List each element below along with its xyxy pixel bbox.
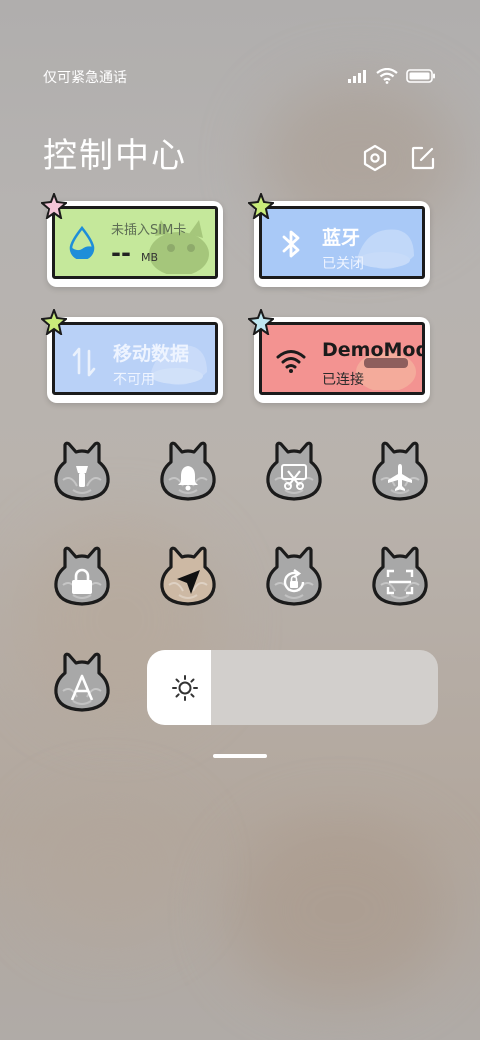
- battery-icon: [406, 69, 435, 83]
- flashlight-icon: [76, 466, 88, 487]
- screenshot-toggle[interactable]: [265, 440, 323, 502]
- location-toggle[interactable]: [159, 545, 217, 607]
- star-badge-icon: [248, 309, 274, 335]
- flashlight-toggle[interactable]: [53, 440, 111, 502]
- bluetooth-status: 已关闭: [322, 256, 364, 272]
- data-arrows-icon: [72, 347, 96, 377]
- lock-icon: [72, 568, 92, 594]
- rotate-lock-icon: [283, 569, 305, 593]
- airplane-icon: [388, 464, 412, 491]
- wifi-network-name: DemoMod: [322, 339, 425, 361]
- mobile-data-status: 不可用: [113, 372, 155, 388]
- signal-icon: [348, 70, 366, 83]
- wifi-icon: [376, 68, 398, 84]
- bluetooth-label: 蓝牙: [322, 227, 361, 249]
- data-usage-value: --: [111, 239, 131, 267]
- scan-icon: [386, 569, 414, 595]
- wallpaper-blob: [30, 800, 190, 940]
- scissors-icon: [281, 464, 307, 490]
- letter-a-icon: [70, 674, 94, 701]
- edit-icon[interactable]: [410, 144, 436, 172]
- data-usage-unit: MB: [141, 251, 159, 264]
- ringer-toggle[interactable]: [159, 440, 217, 502]
- star-badge-icon: [248, 193, 274, 219]
- mobile-data-label: 移动数据: [113, 343, 190, 365]
- scanner-toggle[interactable]: [371, 545, 429, 607]
- tile-background: 蓝牙 已关闭: [259, 206, 425, 279]
- page-title: 控制中心: [43, 136, 187, 176]
- airplane-toggle[interactable]: [371, 440, 429, 502]
- carrier-text: 仅可紧急通话: [43, 70, 127, 86]
- drag-handle[interactable]: [213, 754, 267, 758]
- water-drop-icon: [69, 225, 95, 259]
- tile-background: 未插入SIM卡 -- MB: [52, 206, 218, 279]
- status-bar: 仅可紧急通话: [0, 62, 480, 90]
- mobile-data-tile[interactable]: 移动数据 不可用: [41, 309, 223, 403]
- wifi-icon: [276, 350, 306, 373]
- wifi-status: 已连接: [322, 372, 364, 388]
- bluetooth-icon: [282, 230, 300, 258]
- location-arrow-icon: [177, 570, 200, 594]
- sun-icon: [172, 675, 198, 701]
- auto-brightness-toggle[interactable]: [53, 651, 111, 713]
- wifi-tile[interactable]: DemoMod 已连接: [248, 309, 430, 403]
- tile-background: 移动数据 不可用: [52, 322, 218, 395]
- lock-screen-toggle[interactable]: [53, 545, 111, 607]
- star-badge-icon: [41, 193, 67, 219]
- auto-rotate-toggle[interactable]: [265, 545, 323, 607]
- tile-background: DemoMod 已连接: [259, 322, 425, 395]
- settings-icon[interactable]: [362, 144, 388, 172]
- data-usage-tile[interactable]: 未插入SIM卡 -- MB: [41, 193, 223, 287]
- sim-status-text: 未插入SIM卡: [111, 223, 187, 238]
- wallpaper-blob: [230, 820, 450, 1000]
- star-badge-icon: [41, 309, 67, 335]
- bluetooth-tile[interactable]: 蓝牙 已关闭: [248, 193, 430, 287]
- bell-icon: [178, 466, 198, 491]
- brightness-slider[interactable]: [147, 650, 438, 725]
